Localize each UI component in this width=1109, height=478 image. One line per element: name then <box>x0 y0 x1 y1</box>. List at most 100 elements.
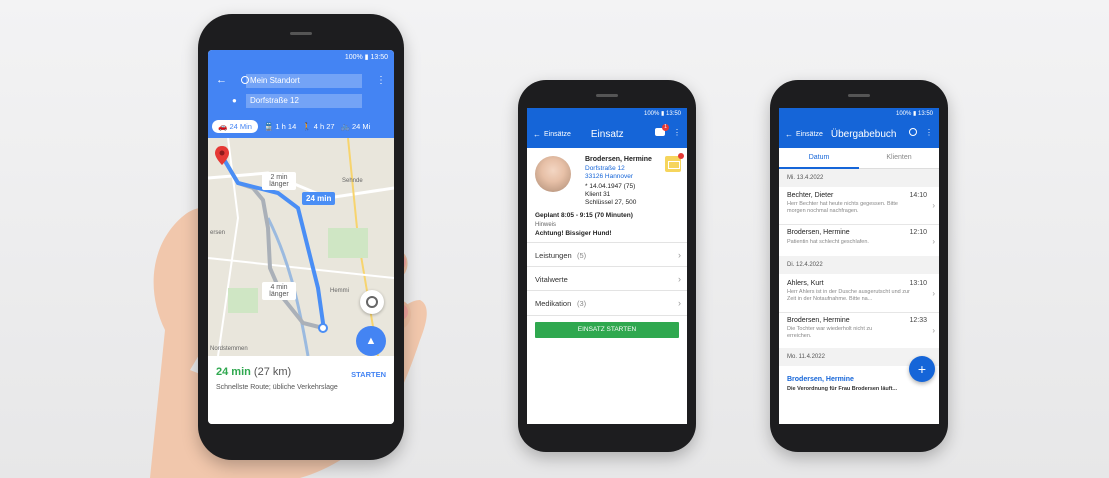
route-summary: 24 min (27 km) <box>216 366 291 378</box>
back-arrow-icon[interactable]: ← <box>785 130 793 139</box>
page-title: Übergabebuch <box>830 128 897 140</box>
more-icon[interactable]: ⋮ <box>673 128 681 137</box>
row-vitalwerte[interactable]: Vitalwerte › <box>527 266 687 291</box>
phone-einsatz: 100% ▮ 13:50 ← Einsätze Einsatz 1 ⋮ Brod… <box>518 80 696 452</box>
my-location-button[interactable] <box>360 290 384 314</box>
page-title: Einsatz <box>590 128 624 140</box>
place-label-ersen: ersen <box>210 230 226 236</box>
delay-label-2: 4 min länger <box>262 282 296 300</box>
back-label[interactable]: Einsätze <box>544 131 571 138</box>
mode-bike-label: 24 Mi <box>351 121 371 131</box>
navigation-arrow-icon: ▲ <box>365 335 377 347</box>
planned-time: Geplant 8:05 - 9:15 (70 Minuten) <box>535 212 633 219</box>
search-icon[interactable] <box>909 128 917 136</box>
origin-input[interactable]: Mein Standort <box>246 74 362 88</box>
back-arrow-icon[interactable]: ← <box>533 130 541 139</box>
entry-text: Die Tochter war wiederholt nicht zu erre… <box>787 326 873 339</box>
list-item[interactable]: Bechter, Dieter 14:10 Herr Bechter hat h… <box>779 190 939 222</box>
chevron-right-icon: › <box>932 237 935 246</box>
location-target-icon <box>366 296 378 308</box>
app-bar: ← Einsätze Einsatz 1 ⋮ <box>527 120 687 148</box>
client-city[interactable]: 33126 Hannover <box>585 173 633 180</box>
mode-walk-label: 4 h 27 <box>313 121 335 131</box>
row-count: (3) <box>577 299 587 308</box>
entry-time: 14:10 <box>909 192 927 199</box>
client-number: Klient 31 <box>585 191 611 198</box>
entry-name: Brodersen, Hermine <box>787 317 850 324</box>
client-street[interactable]: Dorfstraße 12 <box>585 165 625 172</box>
chevron-right-icon: › <box>932 289 935 298</box>
client-card: Brodersen, Hermine Dorfstraße 12 33126 H… <box>527 148 687 240</box>
status-bar: 100% ▮ 13:50 <box>527 108 687 120</box>
chevron-right-icon: › <box>932 326 935 335</box>
mode-car[interactable]: 🚗 24 Min <box>212 119 258 133</box>
phone-uebergabebuch: 100% ▮ 13:50 ← Einsätze Übergabebuch ⋮ D… <box>770 80 948 452</box>
speaker <box>848 94 870 97</box>
mode-car-label: 24 Min <box>229 121 252 131</box>
date-header: Mi. 13.4.2022 <box>779 169 939 187</box>
mail-icon <box>668 161 680 169</box>
row-medikation[interactable]: Medikation (3) › <box>527 290 687 316</box>
chevron-right-icon: › <box>678 274 681 284</box>
entry-text: Herr Bechter hat heute nichts gegessen. … <box>787 201 898 214</box>
entry-name: Bechter, Dieter <box>787 192 834 199</box>
row-leistungen[interactable]: Leistungen (5) › <box>527 242 687 267</box>
speaker <box>290 32 312 35</box>
list-item[interactable]: Brodersen, Hermine 12:10 Patientin hat s… <box>779 224 939 255</box>
note-button[interactable] <box>665 153 684 172</box>
map-view[interactable]: 2 min länger 24 min 4 min länger Sehnde … <box>208 137 394 357</box>
summary-note: Schnellste Route; übliche Verkehrslage <box>216 384 338 391</box>
destination-input[interactable]: Dorfstraße 12 <box>246 94 362 108</box>
client-name: Brodersen, Hermine <box>585 156 652 163</box>
start-label[interactable]: STARTEN <box>351 370 386 379</box>
handover-screen: 100% ▮ 13:50 ← Einsätze Übergabebuch ⋮ D… <box>779 108 939 424</box>
start-einsatz-button[interactable]: EINSATZ STARTEN <box>535 322 679 338</box>
phone-maps: 100% ▮ 13:50 ← Mein Standort ⋮ ● Dorfstr… <box>198 14 404 460</box>
tabs: Datum Klienten <box>779 148 939 169</box>
row-label: Vitalwerte <box>535 275 568 284</box>
hint-label: Hinweis <box>535 222 557 228</box>
speaker <box>596 94 618 97</box>
client-avatar <box>535 156 571 192</box>
maps-header: 100% ▮ 13:50 ← Mein Standort ⋮ ● Dorfstr… <box>208 50 394 138</box>
mode-train[interactable]: 🚆 1 h 14 <box>264 122 296 131</box>
add-entry-button[interactable]: + <box>909 356 935 382</box>
car-icon: 🚗 <box>218 121 228 131</box>
note-badge-dot <box>678 153 684 159</box>
route-summary-card: 24 min (27 km) Schnellste Route; übliche… <box>208 356 394 424</box>
place-label-sehnde: Sehnde <box>342 178 363 184</box>
entry-text: Patientin hat schlecht geschlafen. <box>787 239 869 245</box>
list-item[interactable]: Ahlers, Kurt 13:10 Herr Ahlers ist in de… <box>779 278 939 310</box>
train-icon: 🚆 <box>263 121 274 131</box>
plus-icon: + <box>917 361 927 377</box>
summary-distance: (27 km) <box>253 366 292 378</box>
back-label[interactable]: Einsätze <box>796 131 823 138</box>
tab-datum[interactable]: Datum <box>779 154 859 161</box>
place-label-hemmi: Hemmi <box>330 288 349 294</box>
navigate-button[interactable]: ▲ <box>356 326 386 356</box>
entry-time: 13:10 <box>909 280 927 287</box>
list-item[interactable]: Brodersen, Hermine 12:33 Die Tochter war… <box>779 312 939 347</box>
eta-main-label: 24 min <box>302 192 336 205</box>
client-key: Schlüssel 27, 500 <box>585 199 637 206</box>
more-icon[interactable]: ⋮ <box>925 128 933 137</box>
pin-icon: ● <box>232 96 237 105</box>
walk-icon: 🚶 <box>302 121 312 131</box>
row-label: Leistungen <box>535 251 572 260</box>
more-icon[interactable]: ⋮ <box>376 75 386 86</box>
entry-name: Ahlers, Kurt <box>787 280 824 287</box>
messages-badge: 1 <box>662 124 669 131</box>
chevron-right-icon: › <box>678 298 681 308</box>
back-arrow-icon[interactable]: ← <box>216 74 227 86</box>
app-bar: ← Einsätze Übergabebuch ⋮ <box>779 120 939 148</box>
date-header: Di. 12.4.2022 <box>779 256 939 274</box>
row-label: Medikation <box>535 299 572 308</box>
mode-bike[interactable]: 🚲 24 Mi <box>341 122 371 131</box>
chevron-right-icon: › <box>932 201 935 210</box>
tab-klienten[interactable]: Klienten <box>859 154 939 161</box>
chevron-right-icon: › <box>678 250 681 260</box>
entry-name: Brodersen, Hermine <box>787 229 850 236</box>
mode-train-label: 1 h 14 <box>275 121 297 131</box>
mode-walk[interactable]: 🚶 4 h 27 <box>302 122 334 131</box>
client-birth: * 14.04.1947 (75) <box>585 183 636 190</box>
